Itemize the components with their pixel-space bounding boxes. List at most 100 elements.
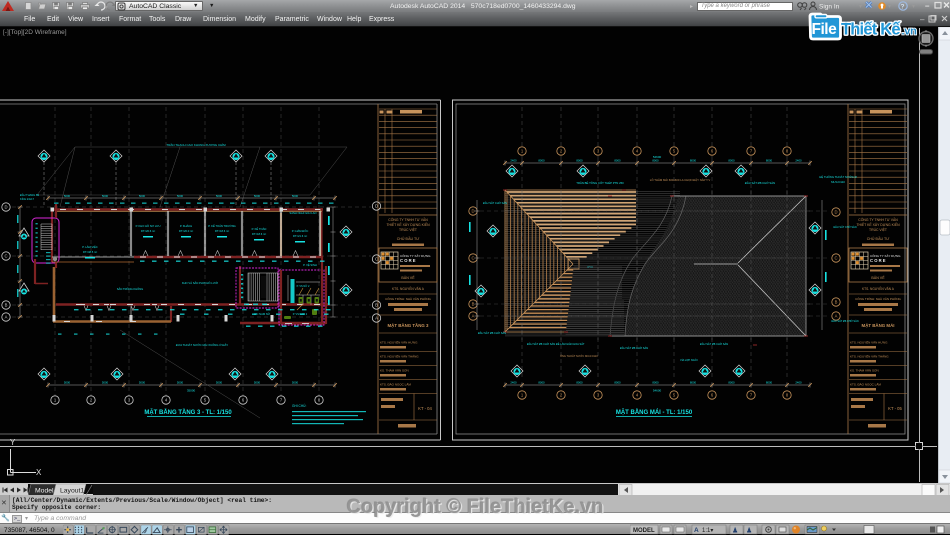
svg-text:B: B (5, 303, 8, 308)
svg-text:8000: 8000 (728, 159, 735, 163)
svg-text:8000: 8000 (728, 381, 735, 385)
svg-text:A: A (694, 527, 699, 534)
svg-text:5: 5 (673, 393, 676, 398)
svg-text:ĐƯA THOÁT NƯỚC MÁI XUỐNG Ở ĐÂY: ĐƯA THOÁT NƯỚC MÁI XUỐNG Ở ĐÂY (176, 342, 228, 347)
svg-text:P. GIÁM ĐỐC: P. GIÁM ĐỐC (292, 228, 309, 233)
svg-text:DT=18.6 m²: DT=18.6 m² (215, 229, 229, 233)
svg-text:ĐẦU SẮT Ø8 CHỜ SẴN: ĐẦU SẮT Ø8 CHỜ SẴN (831, 320, 858, 323)
svg-text:1: 1 (521, 149, 524, 154)
svg-text:File: File (812, 21, 838, 38)
svg-text:KS. THẨM VĂN SƠN: KS. THẨM VĂN SƠN (380, 368, 409, 373)
svg-text:VỈA LỢP NGÓI: VỈA LỢP NGÓI (680, 357, 698, 362)
svg-text:i=5%: i=5% (587, 265, 594, 269)
svg-text:D: D (834, 210, 837, 215)
svg-text:2: 2 (90, 398, 93, 403)
svg-text:KTS. ĐÀO NGỌC LÂM: KTS. ĐÀO NGỌC LÂM (850, 382, 881, 387)
svg-text:8000: 8000 (576, 381, 583, 385)
svg-text:3: 3 (597, 393, 600, 398)
svg-text:B: B (835, 300, 838, 305)
svg-text:▾: ▾ (105, 5, 108, 11)
svg-text:5: 5 (204, 398, 207, 403)
svg-text:A: A (375, 316, 378, 321)
svg-text:8000: 8000 (614, 159, 621, 163)
svg-text:♟: ♟ (732, 527, 738, 535)
svg-text:KTS. NGUYỄN VĂN A: KTS. NGUYỄN VĂN A (392, 286, 425, 291)
svg-text:MODEL: MODEL (633, 528, 655, 534)
svg-text:ĐẦU SẮT CHỜ SẴN: ĐẦU SẮT CHỜ SẴN (833, 226, 856, 229)
svg-text:6: 6 (711, 149, 714, 154)
svg-text:MƯA D110: MƯA D110 (831, 180, 845, 184)
svg-text:6: 6 (242, 398, 245, 403)
svg-text:D: D (4, 205, 7, 210)
svg-text:C: C (471, 256, 474, 261)
svg-text:KTS. NGUYỄN VĂN THẮNG: KTS. NGUYỄN VĂN THẮNG (850, 354, 889, 359)
svg-text:8000: 8000 (538, 159, 545, 163)
svg-text:GHI CHÚ:: GHI CHÚ: (292, 403, 306, 408)
svg-text:TRÚC VIỆT: TRÚC VIỆT (399, 227, 417, 232)
svg-text:3: 3 (597, 149, 600, 154)
svg-text:X: X (36, 468, 42, 477)
svg-text:A: A (835, 314, 838, 319)
svg-text:KT - 05: KT - 05 (888, 406, 902, 411)
svg-text:1: 1 (54, 398, 57, 403)
svg-text:B: B (375, 303, 378, 308)
svg-text:♟: ♟ (746, 527, 752, 535)
svg-text:2400: 2400 (510, 381, 517, 385)
svg-text:6: 6 (711, 393, 714, 398)
svg-text:MẶT BẰNG MÁI - TL: 1/150: MẶT BẰNG MÁI - TL: 1/150 (616, 408, 693, 416)
svg-text:ĐẦU SẮT CHỜ SẴN: ĐẦU SẮT CHỜ SẴN (483, 200, 507, 205)
svg-text:CHỦ ĐẦU TƯ: CHỦ ĐẦU TƯ (397, 236, 420, 241)
svg-text:5000: 5000 (177, 381, 184, 385)
svg-text:2: 2 (560, 149, 563, 154)
svg-text:5: 5 (673, 149, 676, 154)
svg-text:8000: 8000 (652, 159, 659, 163)
svg-text:A: A (472, 314, 475, 319)
svg-text:P. VỆ SINH: P. VỆ SINH (303, 262, 317, 267)
svg-text:Thiết Kế: Thiết Kế (841, 19, 901, 30)
svg-text:4: 4 (165, 398, 168, 403)
svg-text:8000: 8000 (652, 381, 659, 385)
svg-text:C O R E: C O R E (400, 258, 416, 263)
svg-text:ĐẦU SẮT Ø8 CHỜ SẴN: ĐẦU SẮT Ø8 CHỜ SẴN (620, 345, 648, 350)
svg-text:8000: 8000 (690, 159, 697, 163)
svg-text:D: D (375, 204, 378, 209)
svg-text:4: 4 (636, 149, 639, 154)
svg-text:LỖ THĂM MÁI 600x600 LA CHỌN ĐẬ: LỖ THĂM MÁI 600x600 LA CHỌN ĐẬY NẮP T.V (650, 177, 711, 182)
svg-text:7: 7 (750, 149, 753, 154)
svg-text:C: C (375, 257, 378, 262)
svg-text:P. KHÁCH: P. KHÁCH (180, 224, 192, 228)
svg-text:SÂN TRỐNG KHÔNG: SÂN TRỐNG KHÔNG (117, 286, 144, 291)
svg-text:CÔNG TRÌNH: NHÀ VĂN PHÒNG: CÔNG TRÌNH: NHÀ VĂN PHÒNG (855, 296, 901, 301)
svg-text:CÔNG TRÌNH: NHÀ VĂN PHÒNG: CÔNG TRÌNH: NHÀ VĂN PHÒNG (385, 296, 431, 301)
svg-text:8000: 8000 (766, 381, 773, 385)
svg-text:THIẾT KẾ XÂY DỰNG KIẾN: THIẾT KẾ XÂY DỰNG KIẾN (386, 222, 430, 227)
svg-text:8: 8 (786, 149, 789, 154)
svg-text:3: 3 (128, 398, 131, 403)
svg-text:5000: 5000 (254, 194, 261, 198)
svg-text:D: D (471, 209, 474, 214)
svg-text:54600: 54600 (653, 155, 662, 159)
svg-text:C: C (4, 254, 7, 259)
svg-text:5000: 5000 (64, 194, 71, 198)
svg-text:CÔNG TY TNHH TƯ VẤN: CÔNG TY TNHH TƯ VẤN (388, 217, 428, 222)
svg-text:1:1▾: 1:1▾ (702, 528, 713, 534)
svg-text:54600: 54600 (653, 389, 662, 393)
svg-text:8000: 8000 (576, 159, 583, 163)
svg-text:5000: 5000 (102, 194, 109, 198)
svg-text:DT=20.6 m²: DT=20.6 m² (141, 229, 155, 233)
svg-text:8000: 8000 (614, 381, 621, 385)
svg-text:HỆ THỐNG THOÁT NƯỚC Ø: HỆ THỐNG THOÁT NƯỚC Ø (819, 174, 857, 179)
svg-text:KÍCH 24x17: KÍCH 24x17 (20, 197, 35, 201)
svg-text:MẶT BẰNG TẦNG 3: MẶT BẰNG TẦNG 3 (388, 323, 430, 328)
svg-text:5000: 5000 (139, 381, 146, 385)
svg-text:7: 7 (280, 398, 283, 403)
svg-text:TRẦN BÊ TÔNG CỐT THÉP PTN 250: TRẦN BÊ TÔNG CỐT THÉP PTN 250 (576, 180, 624, 185)
svg-text:5000: 5000 (216, 381, 223, 385)
svg-text:2400: 2400 (510, 159, 517, 163)
svg-text:DT=18.6 m²: DT=18.6 m² (252, 232, 266, 236)
svg-text:5000: 5000 (102, 381, 109, 385)
svg-text:KTS. NGUYỄN VĂN HƯNG: KTS. NGUYỄN VĂN HƯNG (380, 340, 418, 345)
svg-text:2400: 2400 (795, 159, 802, 163)
svg-text:KTS. ĐÀO NGỌC LÂM: KTS. ĐÀO NGỌC LÂM (380, 382, 411, 387)
svg-text:KS. THẨM VĂN SƠN: KS. THẨM VĂN SƠN (850, 368, 879, 373)
